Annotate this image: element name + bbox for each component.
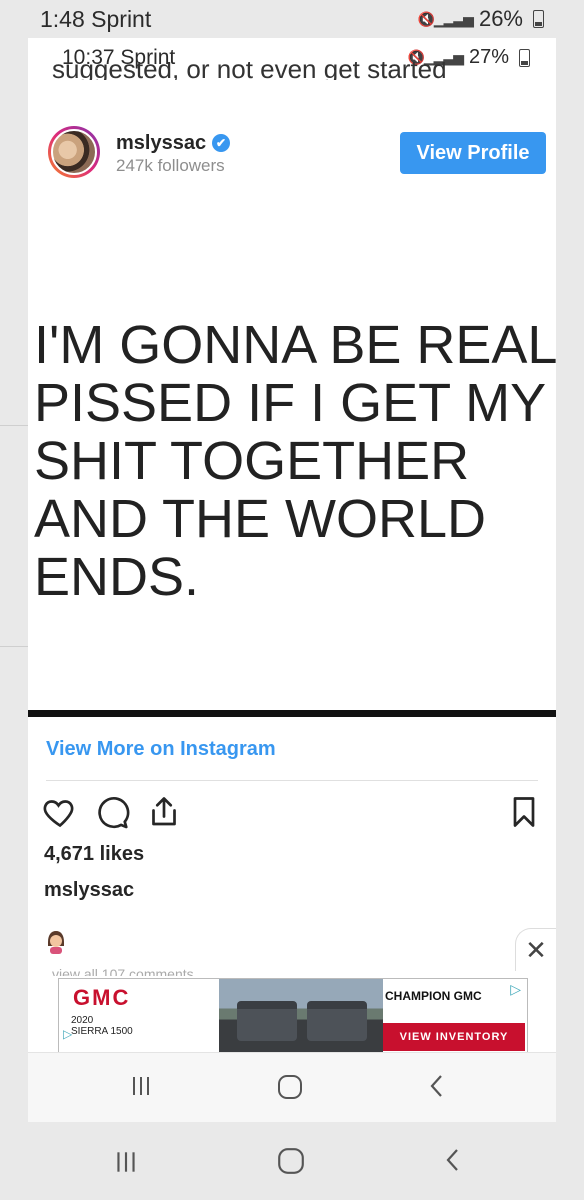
image-bottom-border xyxy=(28,710,556,717)
ad-dealer-name: CHAMPION GMC xyxy=(385,989,482,1003)
inner-screenshot: 10:37 Sprint 🔇▁▂▃▅ 27% suggested, or not… xyxy=(28,38,556,1122)
recent-apps-icon[interactable] xyxy=(112,1148,140,1176)
ad-choices-icon[interactable]: ▷ xyxy=(63,1027,72,1041)
truck-image xyxy=(237,1001,297,1041)
back-icon[interactable] xyxy=(426,1073,448,1099)
followers-count: 247k followers xyxy=(116,156,225,175)
quote-line: AND THE WORLD xyxy=(34,489,487,549)
quote-line: I'M GONNA BE REAL xyxy=(34,315,556,375)
outer-status-time: 1:48 Sprint xyxy=(40,6,152,32)
home-icon[interactable] xyxy=(276,1073,304,1101)
ad-play-icon[interactable]: ▷ xyxy=(510,981,521,998)
verified-badge-icon: ✔ xyxy=(212,134,231,152)
outer-status-bar: 1:48 Sprint 🔇▁▂▃▅ 26% xyxy=(0,0,584,38)
username[interactable]: mslyssac xyxy=(116,132,206,154)
view-profile-button[interactable]: View Profile xyxy=(400,132,546,174)
home-icon[interactable] xyxy=(276,1146,306,1176)
quote-line: ENDS. xyxy=(34,547,200,607)
gmc-logo: GMC xyxy=(73,985,131,1010)
signal-icon: 🔇▁▂▃▅ xyxy=(417,10,473,27)
ad-truck-photo xyxy=(219,979,383,1053)
cutoff-article-text: suggested, or not even get started xyxy=(52,62,447,80)
outer-navigation-bar xyxy=(0,1122,584,1200)
post-header: mslyssac ✔ 247k followers View Profile xyxy=(48,126,546,182)
divider xyxy=(46,780,538,781)
ad-close-button[interactable]: ✕ xyxy=(515,928,556,971)
truck-image xyxy=(307,1001,367,1041)
woman-emoji-icon xyxy=(48,931,64,954)
recent-apps-icon[interactable] xyxy=(128,1073,154,1099)
battery-icon xyxy=(519,48,530,67)
view-inventory-button[interactable]: VIEW INVENTORY xyxy=(383,1023,525,1051)
likes-count[interactable]: 4,671 likes xyxy=(44,843,144,866)
avatar[interactable] xyxy=(48,126,100,178)
gmc-banner-ad[interactable]: GMC 2020 SIERRA 1500 ▷ CHAMPION GMC ▷ VI… xyxy=(58,978,528,1054)
quote-line: PISSED IF I GET MY xyxy=(34,373,547,433)
outer-battery-percent: 26% xyxy=(478,6,523,31)
username-row[interactable]: mslyssac ✔ xyxy=(116,132,231,155)
avatar-photo xyxy=(51,129,97,175)
quote-line: SHIT TOGETHER xyxy=(34,431,470,491)
comments-cutoff: view all 107 comments xyxy=(52,966,194,976)
bookmark-icon[interactable] xyxy=(506,794,542,830)
battery-icon xyxy=(533,10,544,28)
action-bar xyxy=(42,794,542,834)
inner-battery-percent: 27% xyxy=(468,46,509,68)
view-more-link[interactable]: View More on Instagram xyxy=(46,738,276,761)
post-owner-name[interactable]: mslyssac xyxy=(44,879,134,902)
post-image-quote: I'M GONNA BE REAL PISSED IF I GET MY SHI… xyxy=(34,316,556,606)
outer-status-right: 🔇▁▂▃▅ 26% xyxy=(417,6,544,32)
back-icon[interactable] xyxy=(442,1146,464,1174)
heart-icon[interactable] xyxy=(42,794,78,830)
ad-model-text: 2020 SIERRA 1500 xyxy=(71,1015,133,1037)
inner-navigation-bar xyxy=(28,1052,556,1122)
comment-icon[interactable] xyxy=(94,794,130,830)
share-icon[interactable] xyxy=(146,794,182,830)
